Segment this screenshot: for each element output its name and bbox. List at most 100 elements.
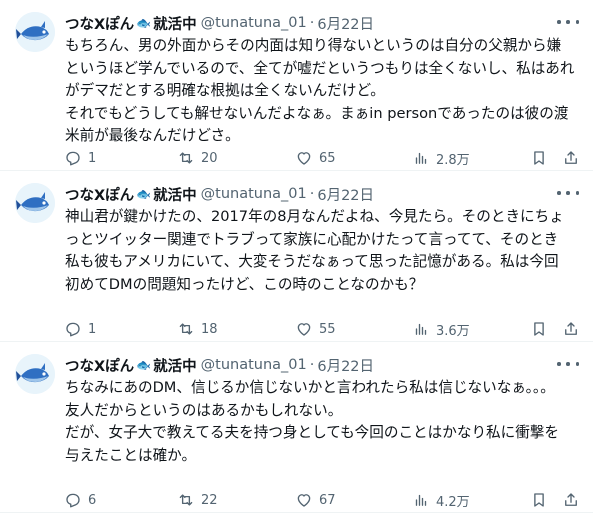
share-icon bbox=[565, 493, 577, 506]
view-count: 2.8万 bbox=[436, 152, 470, 168]
retweet-button[interactable]: 20 bbox=[177, 148, 218, 168]
heart-icon bbox=[297, 494, 311, 507]
author-name[interactable]: つなXぽん bbox=[65, 184, 134, 205]
retweet-count: 20 bbox=[201, 150, 218, 166]
retweet-icon bbox=[179, 494, 193, 506]
share-button[interactable] bbox=[562, 490, 580, 510]
retweet-button[interactable]: 22 bbox=[177, 490, 218, 510]
tweet-text: 神山君が鍵かけたの、2017年の8月なんだよね、今見たら。そのときにちょ っとツ… bbox=[65, 206, 579, 296]
tweet-text-line: それでもどうしても解せないんだよなぁ。まぁin personであったのは彼の渡 bbox=[65, 104, 569, 122]
share-icon bbox=[565, 322, 577, 335]
tweet-text: もちろん、男の外面からその内面は知り得ないというのは自分の父親から嫌 というほど… bbox=[65, 35, 579, 148]
bookmark-button[interactable] bbox=[530, 490, 548, 510]
share-button[interactable] bbox=[562, 148, 580, 168]
tweet-date[interactable]: 6月22日 bbox=[317, 355, 374, 376]
tweet-actions: 6 22 67 4.2万 bbox=[60, 490, 583, 510]
like-button[interactable]: 55 bbox=[295, 319, 336, 339]
tweet-actions: 1 20 65 2.8万 bbox=[60, 148, 583, 168]
tweet-text-line: だが、女子大で教えてる夫を持つ身としても今回のことはかなり私に衝撃を bbox=[65, 424, 560, 441]
view-count: 3.6万 bbox=[436, 323, 470, 339]
tweet-text-line: がデマだとする明確な根拠は全くないんだけど。 bbox=[65, 82, 385, 99]
reply-icon bbox=[66, 493, 80, 508]
like-count: 67 bbox=[319, 492, 336, 508]
tuna-fish-icon bbox=[15, 183, 55, 223]
fish-icon: 🐟 bbox=[136, 187, 152, 201]
retweet-icon bbox=[179, 152, 193, 164]
tweet-text-line: っとツイッター関連でトラブって家族に心配かけたって言ってて、そのとき bbox=[65, 230, 559, 248]
avatar[interactable] bbox=[15, 12, 55, 52]
bookmark-button[interactable] bbox=[530, 319, 548, 339]
tweet-text-line: ちなみにあのDM、信じるか信じないかと言われたら私は信じないなぁ。。。 bbox=[65, 379, 555, 396]
tweet-text-line: もちろん、男の外面からその内面は知り得ないというのは自分の父親から嫌 bbox=[65, 37, 562, 54]
fish-icon: 🐟 bbox=[136, 358, 152, 372]
tweet[interactable]: つなXぽん 🐟 就活中 @tunatuna_01 · 6月22日 神山君が鍵かけ… bbox=[0, 171, 593, 342]
tuna-fish-icon bbox=[15, 12, 55, 52]
heart-icon bbox=[297, 323, 311, 336]
tweet-text-line: 米前が最後なんだけどさ。 bbox=[65, 127, 240, 144]
bookmark-button[interactable] bbox=[530, 148, 548, 168]
avatar[interactable] bbox=[15, 183, 55, 223]
reply-button[interactable]: 1 bbox=[64, 148, 96, 168]
tuna-fish-icon bbox=[15, 354, 55, 394]
like-count: 65 bbox=[319, 150, 336, 166]
tweet-header: つなXぽん 🐟 就活中 @tunatuna_01 · 6月22日 bbox=[65, 12, 583, 34]
bookmark-icon bbox=[534, 493, 544, 507]
views-chart-icon bbox=[415, 323, 427, 335]
retweet-count: 18 bbox=[201, 321, 218, 337]
retweet-count: 22 bbox=[201, 492, 218, 508]
author-name[interactable]: つなXぽん bbox=[65, 13, 134, 34]
bookmark-icon bbox=[534, 151, 544, 165]
views-button[interactable]: 3.6万 bbox=[412, 319, 470, 339]
reply-icon bbox=[66, 322, 80, 337]
author-handle[interactable]: @tunatuna_01 bbox=[201, 186, 307, 202]
more-options-icon[interactable] bbox=[557, 356, 579, 372]
author-status[interactable]: 就活中 bbox=[153, 13, 197, 34]
bookmark-icon bbox=[534, 322, 544, 336]
reply-count: 6 bbox=[88, 492, 97, 508]
separator-dot: · bbox=[309, 15, 315, 31]
separator-dot: · bbox=[309, 186, 315, 202]
tweet-text-line: 初めてDMの問題知ったけど、この時のことなのかも？ bbox=[65, 275, 424, 293]
tweet-text-line: 友人だからというのはあるかもしれない。 bbox=[65, 401, 343, 419]
author-handle[interactable]: @tunatuna_01 bbox=[201, 15, 307, 31]
avatar[interactable] bbox=[15, 354, 55, 394]
author-status[interactable]: 就活中 bbox=[153, 184, 197, 205]
author-handle[interactable]: @tunatuna_01 bbox=[201, 357, 307, 373]
reply-button[interactable]: 6 bbox=[64, 490, 96, 510]
tweet-actions: 1 18 55 3.6万 bbox=[60, 319, 583, 339]
retweet-icon bbox=[179, 323, 193, 335]
heart-icon bbox=[297, 152, 311, 165]
tweet-date[interactable]: 6月22日 bbox=[317, 184, 374, 205]
tweet-text-line: 神山君が鍵かけたの、2017年の8月なんだよね、今見たら。そのときにちょ bbox=[65, 208, 564, 225]
tweet-text-line: というほど学んでいるので、全てが嘘だというつもりは全くないし、私はあれ bbox=[65, 59, 575, 77]
tweet-header: つなXぽん 🐟 就活中 @tunatuna_01 · 6月22日 bbox=[65, 354, 583, 376]
author-status[interactable]: 就活中 bbox=[153, 355, 197, 376]
reply-icon bbox=[66, 151, 80, 166]
author-name[interactable]: つなXぽん bbox=[65, 355, 134, 376]
retweet-button[interactable]: 18 bbox=[177, 319, 218, 339]
like-button[interactable]: 67 bbox=[295, 490, 336, 510]
more-options-icon[interactable] bbox=[557, 14, 579, 30]
tweet-text-line: 与えたことは確か。 bbox=[65, 446, 197, 464]
reply-count: 1 bbox=[88, 150, 97, 166]
share-button[interactable] bbox=[562, 319, 580, 339]
tweet-text-line: 私も彼もアメリカにいて、大変そうだなぁって思った記憶がある。私は今回 bbox=[65, 253, 559, 270]
views-chart-icon bbox=[415, 494, 427, 506]
views-button[interactable]: 4.2万 bbox=[412, 490, 470, 510]
views-chart-icon bbox=[415, 152, 427, 164]
reply-button[interactable]: 1 bbox=[64, 319, 96, 339]
tweet-text: ちなみにあのDM、信じるか信じないかと言われたら私は信じないなぁ。。。 友人だか… bbox=[65, 377, 579, 467]
tweet-date[interactable]: 6月22日 bbox=[317, 13, 374, 34]
separator-dot: · bbox=[309, 357, 315, 373]
more-options-icon[interactable] bbox=[557, 185, 579, 201]
tweet[interactable]: つなXぽん 🐟 就活中 @tunatuna_01 · 6月22日 ちなみにあのD… bbox=[0, 342, 593, 513]
view-count: 4.2万 bbox=[436, 494, 470, 510]
views-button[interactable]: 2.8万 bbox=[412, 148, 470, 168]
fish-icon: 🐟 bbox=[136, 16, 152, 30]
reply-count: 1 bbox=[88, 321, 97, 337]
tweet[interactable]: つなXぽん 🐟 就活中 @tunatuna_01 · 6月22日 もちろん、男の… bbox=[0, 0, 593, 171]
share-icon bbox=[565, 151, 577, 164]
like-count: 55 bbox=[319, 321, 336, 337]
tweet-header: つなXぽん 🐟 就活中 @tunatuna_01 · 6月22日 bbox=[65, 183, 583, 205]
like-button[interactable]: 65 bbox=[295, 148, 336, 168]
